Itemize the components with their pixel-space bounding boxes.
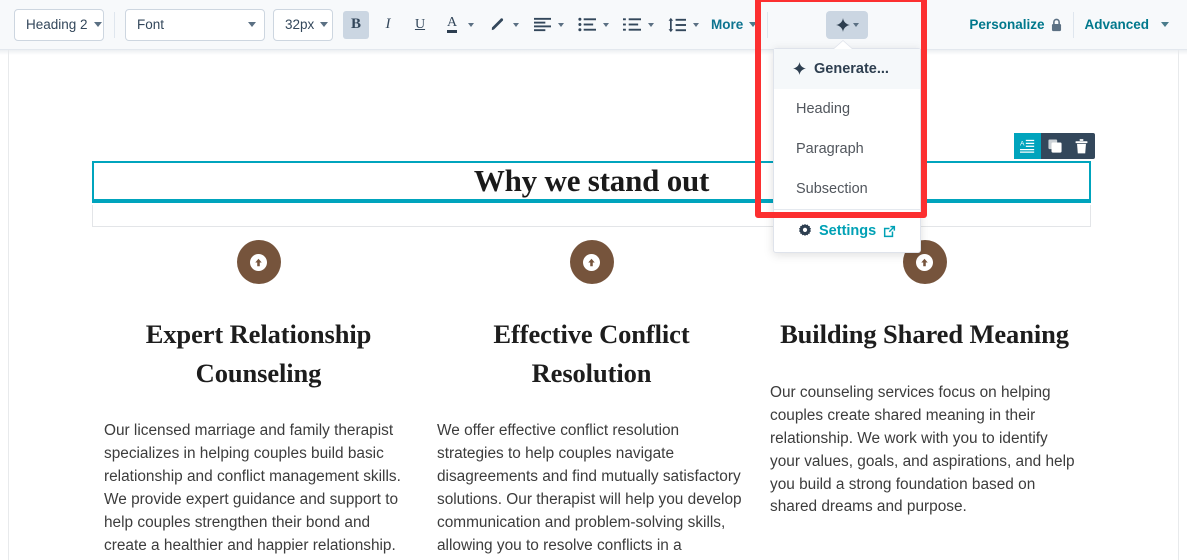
advanced-label: Advanced [1084, 17, 1149, 32]
menu-item-subsection-label: Subsection [796, 181, 868, 197]
chevron-down-icon[interactable] [558, 22, 564, 27]
arrow-up-circle-icon [236, 240, 281, 284]
highlighter-icon [491, 18, 503, 31]
module-action-bar: A [1014, 133, 1095, 159]
font-size-value: 32px [285, 17, 315, 32]
ai-dropdown-menu: Generate... Heading Paragraph Subsection… [773, 48, 921, 253]
feature-icon-wrap [437, 240, 746, 284]
font-color-icon: A [446, 15, 458, 34]
page-canvas: Why we stand out A Expert Relationship C… [0, 50, 1187, 560]
line-height-group [664, 11, 705, 39]
feature-body: We offer effective conflict resolution s… [437, 422, 742, 555]
more-options-button[interactable]: More [711, 17, 758, 32]
underline-button[interactable]: U [407, 11, 433, 39]
feature-title: Effective Conflict Resolution [493, 319, 690, 388]
highlight-group [484, 11, 525, 39]
align-left-button[interactable] [529, 11, 555, 39]
chevron-down-icon[interactable] [603, 22, 609, 27]
arrow-up-circle-icon [569, 240, 614, 284]
numbered-list-button[interactable] [619, 11, 645, 39]
font-size-select[interactable]: 32px [273, 8, 333, 41]
feature-column[interactable]: Expert Relationship Counseling Our licen… [92, 240, 425, 560]
ai-sparkle-icon [793, 62, 806, 75]
menu-item-settings-label: Settings [819, 223, 877, 239]
toolbar-divider [114, 11, 115, 38]
feature-column[interactable]: Effective Conflict Resolution We offer e… [425, 240, 758, 560]
feature-title: Expert Relationship Counseling [145, 319, 372, 388]
font-color-group: A [439, 11, 480, 39]
underline-icon: U [414, 16, 426, 32]
font-color-button[interactable]: A [439, 11, 465, 39]
duplicate-icon[interactable] [1041, 133, 1068, 159]
chevron-down-icon[interactable] [468, 22, 474, 27]
font-family-select[interactable]: Font [125, 8, 265, 41]
chevron-down-icon[interactable] [513, 22, 519, 27]
ai-sparkle-icon [835, 17, 850, 32]
feature-title: Building Shared Meaning [780, 319, 1069, 349]
chevron-down-icon [852, 22, 859, 27]
personalize-button[interactable]: Personalize [969, 17, 1063, 32]
menu-item-heading-label: Heading [796, 101, 851, 117]
spacer-module[interactable] [92, 205, 1091, 227]
lock-icon [1052, 18, 1062, 31]
bold-icon: B [350, 16, 361, 32]
menu-item-paragraph[interactable]: Paragraph [774, 129, 920, 169]
feature-body: Our counseling services focus on helping… [770, 383, 1075, 516]
chevron-down-icon [320, 22, 329, 27]
editor-toolbar: Heading 2 Font 32px B I U A More Persona… [0, 0, 1187, 50]
line-height-button[interactable] [664, 11, 690, 39]
edit-text-icon[interactable]: A [1014, 133, 1041, 159]
font-family-value: Font [137, 17, 165, 32]
canvas-shadow [0, 50, 1187, 55]
align-group [529, 11, 570, 39]
canvas-right-border [1178, 50, 1179, 560]
numbered-list-icon [623, 18, 641, 31]
numbered-list-group [619, 11, 660, 39]
menu-item-subsection[interactable]: Subsection [774, 169, 920, 209]
feature-columns: Expert Relationship Counseling Our licen… [92, 240, 1092, 560]
more-options-label: More [711, 17, 744, 32]
svg-text:A: A [1020, 140, 1025, 147]
menu-item-settings[interactable]: Settings [774, 210, 920, 252]
feature-column[interactable]: Building Shared Meaning Our counseling s… [758, 240, 1091, 560]
toolbar-divider [1073, 11, 1075, 38]
chevron-down-icon [1161, 22, 1169, 27]
highlight-button[interactable] [484, 11, 510, 39]
canvas-left-border [8, 50, 9, 560]
ai-assistant-button[interactable] [826, 10, 869, 39]
menu-item-heading[interactable]: Heading [774, 89, 920, 129]
menu-item-generate[interactable]: Generate... [774, 49, 920, 89]
italic-icon: I [385, 16, 391, 32]
external-link-icon [884, 225, 896, 237]
page-title: Why we stand out [473, 163, 710, 198]
delete-icon[interactable] [1068, 133, 1095, 159]
advanced-button[interactable]: Advanced [1084, 17, 1169, 32]
heading-module[interactable]: Why we stand out [92, 161, 1091, 203]
chevron-down-icon [248, 22, 256, 27]
bulleted-list-group [574, 11, 615, 39]
line-height-icon [668, 17, 686, 32]
bulleted-list-button[interactable] [574, 11, 600, 39]
gear-icon [798, 224, 812, 236]
chevron-down-icon[interactable] [693, 22, 699, 27]
align-left-icon [533, 17, 551, 32]
personalize-label: Personalize [969, 17, 1045, 32]
feature-icon-wrap [104, 240, 413, 284]
text-style-select[interactable]: Heading 2 [14, 8, 104, 41]
toolbar-divider [767, 11, 769, 38]
text-style-value: Heading 2 [26, 17, 88, 32]
menu-item-paragraph-label: Paragraph [796, 141, 864, 157]
italic-button[interactable]: I [375, 11, 401, 39]
app-root: Heading 2 Font 32px B I U A More Persona… [0, 0, 1187, 560]
chevron-down-icon [93, 22, 102, 27]
bold-button[interactable]: B [343, 10, 369, 39]
feature-body: Our licensed marriage and family therapi… [104, 422, 401, 555]
chevron-down-icon [749, 22, 758, 27]
bulleted-list-icon [578, 17, 596, 32]
menu-item-generate-label: Generate... [814, 60, 889, 77]
chevron-down-icon[interactable] [648, 22, 654, 27]
